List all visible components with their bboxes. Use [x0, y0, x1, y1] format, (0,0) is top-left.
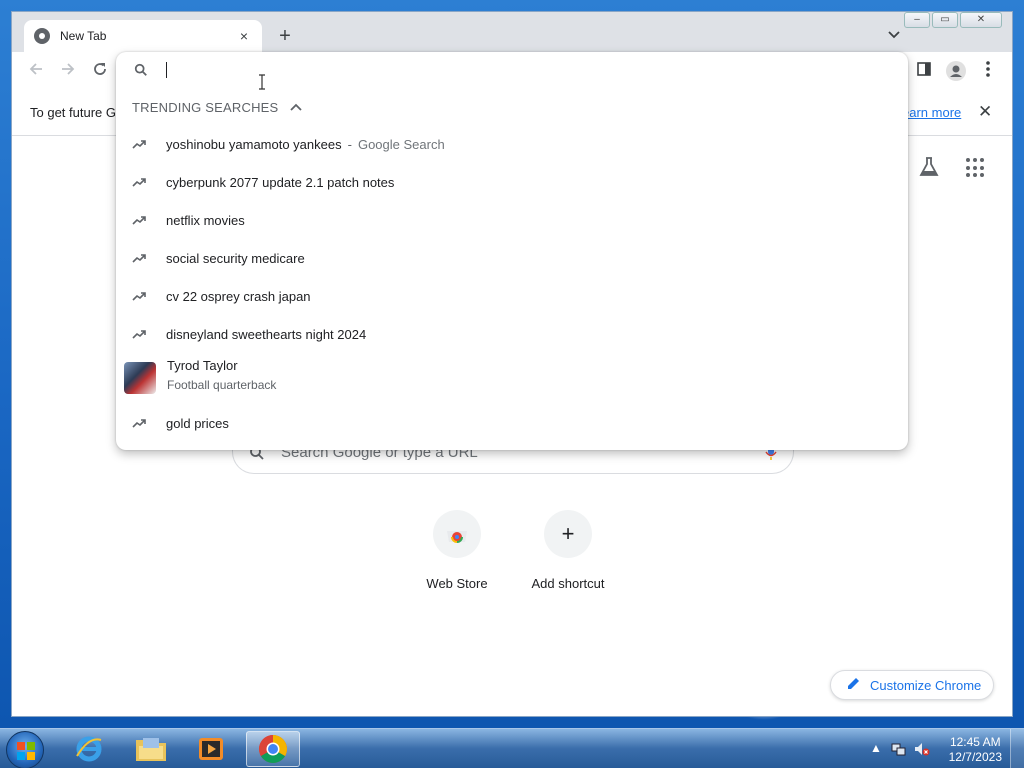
- suggestion-text: netflix movies: [166, 212, 245, 228]
- tab-title: New Tab: [60, 29, 107, 43]
- chrome-favicon-icon: [34, 28, 50, 44]
- chrome-icon: [259, 735, 287, 763]
- omnibox[interactable]: [116, 52, 908, 90]
- suggestion-item[interactable]: disneyland sweethearts night 2024: [116, 315, 908, 353]
- trending-icon: [116, 136, 166, 152]
- tab-new-tab[interactable]: New Tab ×: [24, 20, 262, 52]
- suggestion-text: disneyland sweethearts night 2024: [166, 326, 367, 342]
- show-desktop-button[interactable]: [1010, 729, 1024, 768]
- search-icon: [134, 63, 148, 80]
- windows-logo-icon: [17, 742, 35, 760]
- trending-icon: [116, 288, 166, 304]
- suggestion-item[interactable]: netflix movies: [116, 201, 908, 239]
- suggestion-item[interactable]: social security medicare: [116, 239, 908, 277]
- text-caret: [166, 62, 167, 78]
- suggestion-item[interactable]: yoshinobu yamamoto yankees - Google Sear…: [116, 125, 908, 163]
- taskbar-file-explorer[interactable]: [124, 731, 178, 767]
- trending-searches-header[interactable]: TRENDING SEARCHES: [132, 100, 303, 115]
- taskbar-internet-explorer[interactable]: [62, 731, 116, 767]
- minimize-button[interactable]: –: [904, 12, 930, 28]
- customize-chrome-button[interactable]: Customize Chrome: [830, 670, 994, 700]
- side-panel-icon[interactable]: [914, 61, 934, 81]
- tray-show-hidden-icon[interactable]: ▲: [868, 741, 884, 757]
- labs-flask-icon[interactable]: [918, 156, 940, 178]
- suggestion-text: social security medicare: [166, 250, 305, 266]
- back-button[interactable]: [26, 61, 46, 81]
- omnibox-input[interactable]: [170, 58, 870, 84]
- infobar-close-icon[interactable]: ✕: [978, 102, 992, 122]
- shortcut-label: Web Store: [426, 576, 488, 591]
- person-thumbnail: [124, 362, 156, 394]
- trending-icon: [116, 174, 166, 190]
- volume-muted-icon[interactable]: [914, 741, 930, 757]
- omnibox-dropdown: TRENDING SEARCHES yoshinobu yamamoto yan…: [116, 52, 908, 450]
- trending-header-label: TRENDING SEARCHES: [132, 100, 279, 115]
- clock-time: 12:45 AM: [949, 735, 1001, 749]
- suggestion-item[interactable]: cv 22 osprey crash japan: [116, 277, 908, 315]
- tab-close-icon[interactable]: ×: [236, 28, 252, 44]
- shortcut-web-store[interactable]: Web Store: [401, 510, 513, 591]
- shortcut-add[interactable]: + Add shortcut: [512, 510, 624, 591]
- learn-more-link[interactable]: earn more: [902, 105, 961, 120]
- start-button[interactable]: [6, 731, 44, 768]
- plus-icon: +: [544, 510, 592, 558]
- suggestion-text: cv 22 osprey crash japan: [166, 288, 311, 304]
- close-window-button[interactable]: ✕: [960, 12, 1002, 28]
- suggestion-text: Tyrod Taylor: [167, 358, 238, 373]
- internet-explorer-icon: [76, 736, 102, 762]
- trending-icon: [116, 326, 166, 342]
- tab-search-chevron-icon[interactable]: [884, 26, 904, 46]
- chevron-up-icon[interactable]: [290, 102, 303, 114]
- suggestion-separator: -: [347, 136, 352, 152]
- clock-date: 12/7/2023: [948, 750, 1002, 764]
- suggestion-text: yoshinobu yamamoto yankees: [166, 136, 342, 152]
- new-tab-button[interactable]: +: [274, 26, 296, 48]
- trending-icon: [116, 250, 166, 266]
- network-icon[interactable]: [890, 741, 906, 757]
- shortcut-label: Add shortcut: [531, 576, 605, 591]
- suggestion-item[interactable]: gold prices: [116, 404, 908, 442]
- taskbar-chrome[interactable]: [246, 731, 300, 767]
- reload-button[interactable]: [90, 61, 110, 81]
- trending-icon: [116, 212, 166, 228]
- folder-icon: [136, 738, 166, 761]
- media-player-icon: [199, 738, 223, 760]
- suggestion-subtext: Football quarterback: [167, 378, 277, 392]
- pencil-icon: [847, 677, 860, 693]
- suggestion-item[interactable]: cyberpunk 2077 update 2.1 patch notes: [116, 163, 908, 201]
- google-apps-icon[interactable]: [966, 158, 986, 178]
- suggestion-extra: Google Search: [357, 136, 445, 152]
- infobar-message: To get future G: [30, 105, 116, 120]
- menu-kebab-icon[interactable]: [978, 61, 998, 81]
- suggestion-text: cyberpunk 2077 update 2.1 patch notes: [166, 174, 395, 190]
- customize-label: Customize Chrome: [870, 677, 982, 693]
- suggestion-text: gold prices: [166, 415, 229, 431]
- maximize-button[interactable]: ▭: [932, 12, 958, 28]
- window-controls: – ▭ ✕: [902, 12, 1002, 28]
- taskbar-media-player[interactable]: [184, 731, 238, 767]
- trending-icon: [116, 415, 166, 431]
- web-store-icon: [433, 510, 481, 558]
- clock[interactable]: 12:45 AM 12/7/2023: [949, 735, 1002, 765]
- tab-strip: New Tab × + – ▭ ✕: [12, 12, 1012, 52]
- taskbar: ▲ 12:45 AM 12/7/2023: [0, 728, 1024, 768]
- forward-button[interactable]: [58, 61, 78, 81]
- suggestion-item-entity[interactable]: Tyrod Taylor Football quarterback: [116, 356, 908, 400]
- profile-avatar-icon[interactable]: [946, 61, 966, 81]
- mouse-ibeam-cursor: [258, 74, 266, 90]
